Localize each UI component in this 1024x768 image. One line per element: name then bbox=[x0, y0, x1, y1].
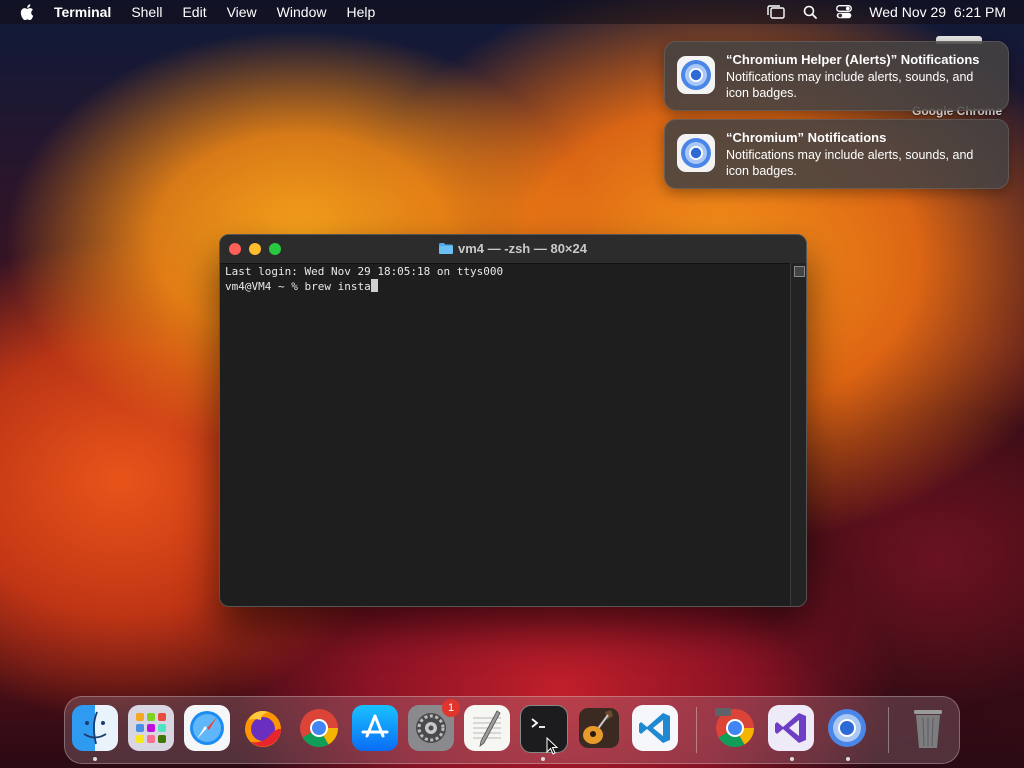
menubar-clock[interactable]: Wed Nov 29 6:21 PM bbox=[869, 4, 1006, 20]
window-title-text: vm4 — -zsh — 80×24 bbox=[458, 241, 587, 256]
notification-chromium-helper[interactable]: “Chromium Helper (Alerts)” Notifications… bbox=[664, 41, 1009, 111]
menu-view[interactable]: View bbox=[227, 4, 257, 20]
notification-title: “Chromium” Notifications bbox=[726, 130, 887, 145]
terminal-icon[interactable] bbox=[520, 705, 568, 753]
chromium-icon[interactable] bbox=[824, 705, 870, 751]
safari-icon[interactable] bbox=[184, 705, 230, 751]
text-cursor bbox=[370, 279, 378, 292]
textedit-icon[interactable] bbox=[464, 705, 510, 751]
spotlight-search-icon[interactable] bbox=[801, 4, 819, 20]
terminal-line: Last login: Wed Nov 29 18:05:18 on ttys0… bbox=[225, 265, 504, 278]
menu-help[interactable]: Help bbox=[346, 4, 375, 20]
launchpad-icon[interactable] bbox=[128, 705, 174, 751]
terminal-command: vm4@VM4 ~ % brew insta bbox=[225, 280, 371, 293]
running-indicator bbox=[846, 757, 850, 761]
running-indicator bbox=[790, 757, 794, 761]
menu-window[interactable]: Window bbox=[277, 4, 327, 20]
notification-chromium[interactable]: “Chromium” Notifications Notifications m… bbox=[664, 119, 1009, 189]
stage-manager-icon[interactable] bbox=[767, 4, 785, 20]
window-title: vm4 — -zsh — 80×24 bbox=[220, 241, 806, 256]
chrome-icon[interactable] bbox=[296, 705, 342, 751]
menu-bar: Terminal Shell Edit View Window Help Wed… bbox=[0, 0, 1024, 24]
chromium-icon bbox=[677, 56, 715, 94]
terminal-titlebar[interactable]: vm4 — -zsh — 80×24 bbox=[220, 235, 806, 264]
chromium-icon bbox=[677, 134, 715, 172]
terminal-window[interactable]: vm4 — -zsh — 80×24 Last login: Wed Nov 2… bbox=[219, 234, 807, 607]
dock-separator bbox=[696, 707, 697, 753]
terminal-scrollbar[interactable] bbox=[790, 263, 806, 606]
dock: 1 bbox=[64, 696, 960, 764]
visual-studio-icon[interactable] bbox=[768, 705, 814, 751]
control-center-icon[interactable] bbox=[835, 4, 853, 20]
garageband-icon[interactable] bbox=[576, 705, 622, 751]
running-indicator bbox=[93, 757, 97, 761]
terminal-prompt-line[interactable]: vm4@VM4 ~ % brew insta bbox=[225, 279, 788, 294]
notification-title: “Chromium Helper (Alerts)” Notifications bbox=[726, 52, 980, 67]
terminal-output[interactable]: Last login: Wed Nov 29 18:05:18 on ttys0… bbox=[225, 265, 788, 606]
finder-icon[interactable] bbox=[72, 705, 118, 751]
menu-shell[interactable]: Shell bbox=[131, 4, 162, 20]
notification-badge: 1 bbox=[442, 699, 460, 717]
system-settings-icon[interactable]: 1 bbox=[408, 699, 460, 751]
menu-edit[interactable]: Edit bbox=[182, 4, 206, 20]
app-store-icon[interactable] bbox=[352, 705, 398, 751]
folder-icon bbox=[439, 243, 453, 254]
notification-body: Notifications may include alerts, sounds… bbox=[726, 148, 974, 178]
running-indicator bbox=[541, 757, 545, 761]
vscode-icon[interactable] bbox=[632, 705, 678, 751]
menu-app-terminal[interactable]: Terminal bbox=[54, 4, 111, 20]
trash-icon[interactable] bbox=[905, 705, 951, 751]
notification-body: Notifications may include alerts, sounds… bbox=[726, 70, 974, 100]
dock-separator bbox=[888, 707, 889, 753]
firefox-icon[interactable] bbox=[240, 705, 286, 751]
apple-logo-icon[interactable] bbox=[20, 4, 36, 20]
chrome-dev-icon[interactable] bbox=[712, 705, 758, 751]
mouse-pointer-icon bbox=[546, 737, 558, 755]
split-pane-icon[interactable] bbox=[794, 266, 805, 277]
